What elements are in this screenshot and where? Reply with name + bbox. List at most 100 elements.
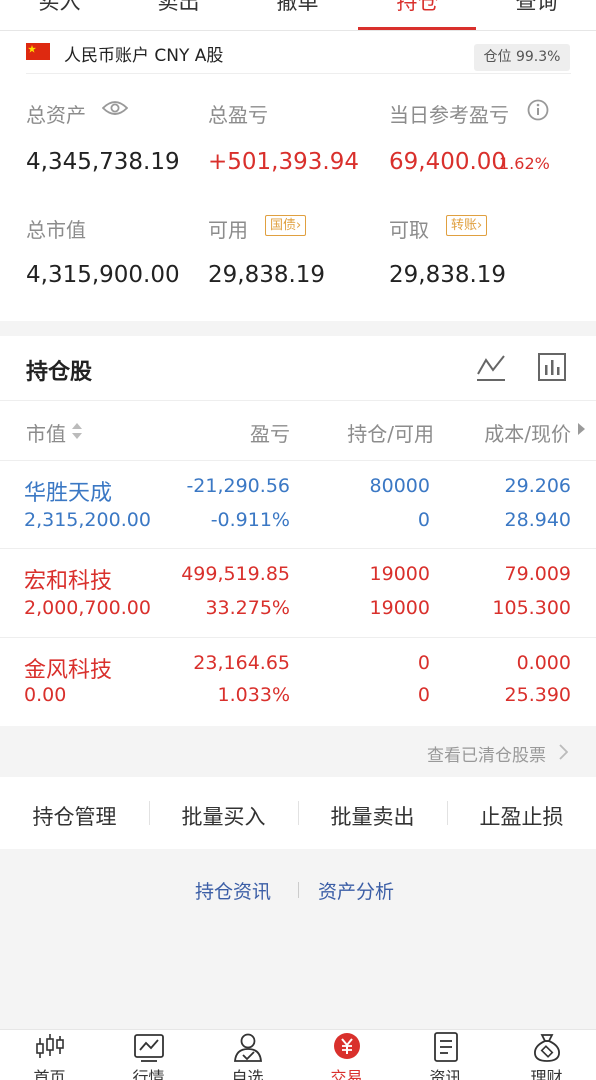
- stock-market-value: 2,315,200.00: [24, 509, 151, 531]
- stock-pnl: 23,164.65: [193, 652, 290, 674]
- stock-price: 28.940: [504, 509, 571, 531]
- nav-wealth[interactable]: 理财: [497, 1030, 596, 1080]
- nav-market[interactable]: 行情: [99, 1030, 198, 1080]
- cleared-stocks-bar[interactable]: 查看已清仓股票: [0, 727, 596, 777]
- transfer-tag[interactable]: 转账›: [446, 215, 488, 236]
- total-pnl-label: 总盈亏: [208, 103, 268, 127]
- stock-available: 0: [417, 684, 430, 706]
- stock-cost: 0.000: [516, 652, 571, 674]
- header-pnl: 盈亏: [250, 422, 290, 446]
- candlestick-icon: [36, 1034, 64, 1058]
- stock-position: 0: [417, 652, 430, 674]
- scroll-right-icon[interactable]: [578, 423, 585, 435]
- nav-home[interactable]: 首页: [0, 1030, 99, 1080]
- yuan-icon: [334, 1033, 360, 1059]
- nav-news[interactable]: 资讯: [396, 1030, 495, 1080]
- holding-news-link[interactable]: 持仓资讯: [195, 877, 271, 904]
- bottom-nav: 首页 行情 自选 交易 资讯 理财: [0, 1029, 596, 1080]
- tab-holdings[interactable]: 持仓: [358, 0, 477, 16]
- stock-pnl-percent: -0.911%: [210, 509, 290, 531]
- tab-sell[interactable]: 卖出: [119, 0, 238, 16]
- divider: [0, 400, 596, 401]
- holding-management-button[interactable]: 持仓管理: [0, 801, 149, 831]
- header-market-value[interactable]: 市值: [26, 418, 66, 447]
- divider: [26, 73, 571, 74]
- table-row[interactable]: 宏和科技 2,000,700.00 499,519.85 33.275% 190…: [0, 549, 596, 637]
- account-summary: 人民币账户 CNY A股 仓位 99.3% 总资产 总盈亏 当日参考盈亏 4,3…: [0, 31, 596, 321]
- nav-label: 交易: [330, 1068, 363, 1080]
- treasury-bond-tag[interactable]: 国债›: [265, 215, 307, 236]
- header-cost-price: 成本/现价: [484, 422, 571, 446]
- stock-price: 25.390: [504, 684, 571, 706]
- holdings-title: 持仓股: [26, 360, 93, 385]
- stock-name: 金风科技: [24, 658, 113, 683]
- nav-label: 自选: [231, 1068, 264, 1080]
- stock-name: 华胜天成: [24, 481, 113, 506]
- stock-position: 80000: [369, 475, 430, 497]
- account-name[interactable]: 人民币账户 CNY A股: [64, 41, 223, 66]
- daily-pnl-label: 当日参考盈亏: [389, 103, 509, 127]
- tab-cancel[interactable]: 撤单: [238, 0, 357, 16]
- table-row[interactable]: 华胜天成 2,315,200.00 -21,290.56 -0.911% 800…: [0, 461, 596, 549]
- stock-pnl: -21,290.56: [186, 475, 290, 497]
- document-icon: [434, 1032, 458, 1062]
- nav-label: 资讯: [429, 1068, 462, 1080]
- market-value-value: 4,315,900.00: [26, 262, 180, 288]
- total-assets-value: 4,345,738.19: [26, 149, 180, 175]
- tab-buy[interactable]: 买入: [0, 0, 119, 16]
- asset-analysis-link[interactable]: 资产分析: [318, 877, 394, 904]
- nav-label: 行情: [132, 1068, 165, 1080]
- stock-market-value: 0.00: [24, 684, 67, 706]
- stock-position: 19000: [369, 563, 430, 585]
- available-value: 29,838.19: [208, 262, 326, 288]
- available-label: 可用: [208, 218, 248, 242]
- position-badge: 仓位 99.3%: [474, 44, 570, 71]
- withdrawable-value: 29,838.19: [389, 262, 507, 288]
- nav-trade[interactable]: 交易: [297, 1030, 396, 1080]
- header-position: 持仓/可用: [347, 422, 434, 446]
- money-bag-icon: [534, 1034, 560, 1062]
- nav-label: 理财: [530, 1068, 563, 1080]
- eye-icon[interactable]: [102, 99, 128, 117]
- withdrawable-label: 可取: [389, 218, 429, 242]
- stock-name: 宏和科技: [24, 569, 113, 594]
- info-links: 持仓资讯 资产分析: [0, 849, 596, 1029]
- stock-available: 0: [417, 509, 430, 531]
- top-tab-bar: 买入 卖出 撤单 持仓 查询: [0, 0, 596, 31]
- cleared-stocks-link[interactable]: 查看已清仓股票: [427, 741, 546, 766]
- stock-price: 105.300: [492, 597, 571, 619]
- user-check-icon: [234, 1033, 262, 1062]
- holdings-section: 持仓股 市值 盈亏 持仓/可用 成本/现价 华胜天成 2,315,200.00 …: [0, 336, 596, 726]
- transfer-tag-label: 转账: [451, 218, 478, 233]
- active-tab-indicator: [358, 27, 476, 30]
- total-pnl-value: +501,393.94: [208, 149, 359, 175]
- chart-icon: [134, 1034, 164, 1062]
- divider: [298, 882, 299, 898]
- stock-pnl-percent: 1.033%: [217, 684, 290, 706]
- nav-watchlist[interactable]: 自选: [198, 1030, 297, 1080]
- stock-cost: 79.009: [504, 563, 571, 585]
- info-icon[interactable]: [527, 99, 549, 121]
- tab-query[interactable]: 查询: [477, 0, 596, 16]
- take-profit-stop-loss-button[interactable]: 止盈止损: [447, 801, 596, 831]
- stock-pnl: 499,519.85: [181, 563, 290, 585]
- batch-buy-button[interactable]: 批量买入: [149, 801, 298, 831]
- stock-cost: 29.206: [504, 475, 571, 497]
- daily-pnl-value: 69,400.00: [389, 149, 507, 175]
- stock-market-value: 2,000,700.00: [24, 597, 151, 619]
- china-flag-icon: [26, 43, 50, 60]
- nav-label: 首页: [33, 1068, 66, 1080]
- table-row[interactable]: 金风科技 0.00 23,164.65 1.033% 0 0 0.000 25.…: [0, 638, 596, 726]
- market-value-label: 总市值: [26, 218, 86, 242]
- batch-sell-button[interactable]: 批量卖出: [298, 801, 447, 831]
- treasury-bond-tag-label: 国债: [270, 218, 297, 233]
- daily-pnl-percent: 1.62%: [499, 154, 550, 173]
- bar-chart-icon[interactable]: [538, 353, 566, 381]
- sort-icon[interactable]: [71, 421, 83, 441]
- stock-pnl-percent: 33.275%: [205, 597, 290, 619]
- stock-available: 19000: [369, 597, 430, 619]
- chevron-right-icon: [559, 744, 568, 760]
- holding-actions: 持仓管理 批量买入 批量卖出 止盈止损: [0, 777, 596, 849]
- total-assets-label: 总资产: [26, 103, 86, 127]
- trend-line-icon[interactable]: [476, 354, 506, 382]
